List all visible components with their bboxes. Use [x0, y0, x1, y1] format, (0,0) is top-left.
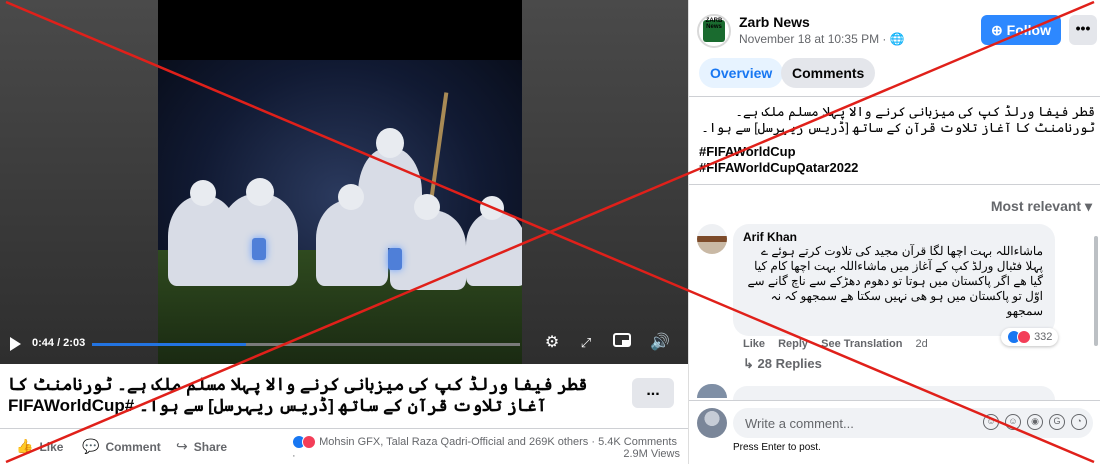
- next-commenter-avatar[interactable]: [697, 384, 727, 398]
- post-date[interactable]: November 18 at 10:35 PM · 🌐: [739, 32, 905, 46]
- more-options-button[interactable]: ...: [632, 378, 674, 408]
- like-button[interactable]: 👍 Like: [16, 438, 63, 455]
- comment-input[interactable]: Write a comment... ☺ ☺ ◉ G ◔: [733, 408, 1093, 438]
- follow-icon: ⊕: [991, 22, 1007, 38]
- post-panel: ZARB News Zarb News November 18 at 10:35…: [688, 0, 1100, 464]
- share-button[interactable]: ↪ Share: [176, 438, 227, 455]
- emoji-icon[interactable]: ☺: [1005, 414, 1021, 430]
- comment-sort-dropdown[interactable]: Most relevant ▾: [991, 198, 1092, 215]
- globe-icon: 🌐: [889, 32, 905, 46]
- panel-more-button[interactable]: •••: [1069, 15, 1097, 45]
- views-count: 2.9M Views: [623, 448, 680, 460]
- reply-arrow-icon: ↳: [743, 356, 758, 371]
- video-controls: 0:44 / 2:03 ⚙ ⤢ 🔊: [0, 324, 688, 364]
- love-reaction-icon: [302, 435, 316, 450]
- play-icon[interactable]: [10, 337, 21, 351]
- reactions-summary[interactable]: Mohsin GFX, Talal Raza Qadri-Official an…: [292, 435, 680, 463]
- settings-icon[interactable]: ⚙: [542, 333, 562, 353]
- expand-icon[interactable]: ⤢: [576, 333, 596, 353]
- view-replies-link[interactable]: ↳ 28 Replies: [743, 356, 822, 372]
- tab-overview[interactable]: Overview: [699, 58, 784, 88]
- comment-time[interactable]: 2d: [915, 338, 927, 350]
- video-caption: قطر فیفا ورلڈ کپ کی میزبانی کرنے والا پہ…: [8, 375, 588, 415]
- user-avatar[interactable]: [697, 408, 727, 438]
- facebook-watch-view: 0:44 / 2:03 ⚙ ⤢ 🔊 قطر فیفا ورلڈ کپ کی می…: [0, 0, 1100, 464]
- sticker-icon[interactable]: ◔: [1071, 414, 1087, 430]
- volume-icon[interactable]: 🔊: [650, 333, 670, 353]
- avatar-sticker-icon[interactable]: ☺: [983, 414, 999, 430]
- post-text: قطر فیفا ورلڈ کپ کی میزبانی کرنے والا پہ…: [701, 104, 1095, 135]
- post-actions-bar: 👍 Like 💬 Comment ↪ Share Mohsin GFX, Talal …: [0, 428, 688, 464]
- thumbs-up-icon: 👍: [16, 438, 34, 454]
- gif-icon[interactable]: G: [1049, 414, 1065, 430]
- picture-in-picture-icon[interactable]: [612, 333, 632, 353]
- comments-count[interactable]: 5.4K Comments: [598, 436, 677, 448]
- hashtags: #FIFAWorldCup #FIFAWorldCupQatar2022: [699, 144, 999, 176]
- comment-text: ماشاءاللہ بہت اچھا لگا قرآن مجید کی تلاو…: [747, 244, 1043, 318]
- hashtag-link[interactable]: #FIFAWorldCupQatar2022: [699, 160, 999, 176]
- video-frame: [158, 0, 522, 364]
- comment-author[interactable]: Arif Khan: [743, 230, 797, 244]
- comment-icon: 💬: [82, 438, 100, 454]
- composer-hint: Press Enter to post.: [733, 442, 821, 453]
- comment-placeholder: Write a comment...: [745, 416, 854, 431]
- video-progress-fill: [92, 343, 247, 346]
- video-time: 0:44 / 2:03: [32, 337, 86, 349]
- comment-actions: Like Reply See Translation 2d: [743, 338, 938, 350]
- page-avatar[interactable]: ZARB News: [697, 14, 731, 48]
- next-comment-bubble: [733, 386, 1055, 400]
- hashtag-link[interactable]: #FIFAWorldCup: [699, 144, 999, 160]
- camera-icon[interactable]: ◉: [1027, 414, 1043, 430]
- follow-button[interactable]: ⊕ Follow: [981, 15, 1061, 45]
- video-progress-bar[interactable]: [92, 343, 520, 346]
- love-reaction-icon: [1017, 330, 1031, 345]
- share-icon: ↪: [176, 438, 188, 454]
- tab-comments[interactable]: Comments: [781, 58, 876, 88]
- video-column: 0:44 / 2:03 ⚙ ⤢ 🔊 قطر فیفا ورلڈ کپ کی می…: [0, 0, 688, 464]
- comment-like-link[interactable]: Like: [743, 338, 765, 350]
- commenter-avatar[interactable]: [697, 224, 727, 254]
- video-player[interactable]: 0:44 / 2:03 ⚙ ⤢ 🔊: [0, 0, 688, 364]
- comment-reply-link[interactable]: Reply: [778, 338, 808, 350]
- see-translation-link[interactable]: See Translation: [821, 338, 902, 350]
- comment-reactions[interactable]: 332: [1001, 328, 1059, 346]
- comment-button[interactable]: 💬 Comment: [82, 438, 161, 455]
- comments-scrollbar[interactable]: [1094, 236, 1098, 346]
- page-name[interactable]: Zarb News: [739, 14, 810, 30]
